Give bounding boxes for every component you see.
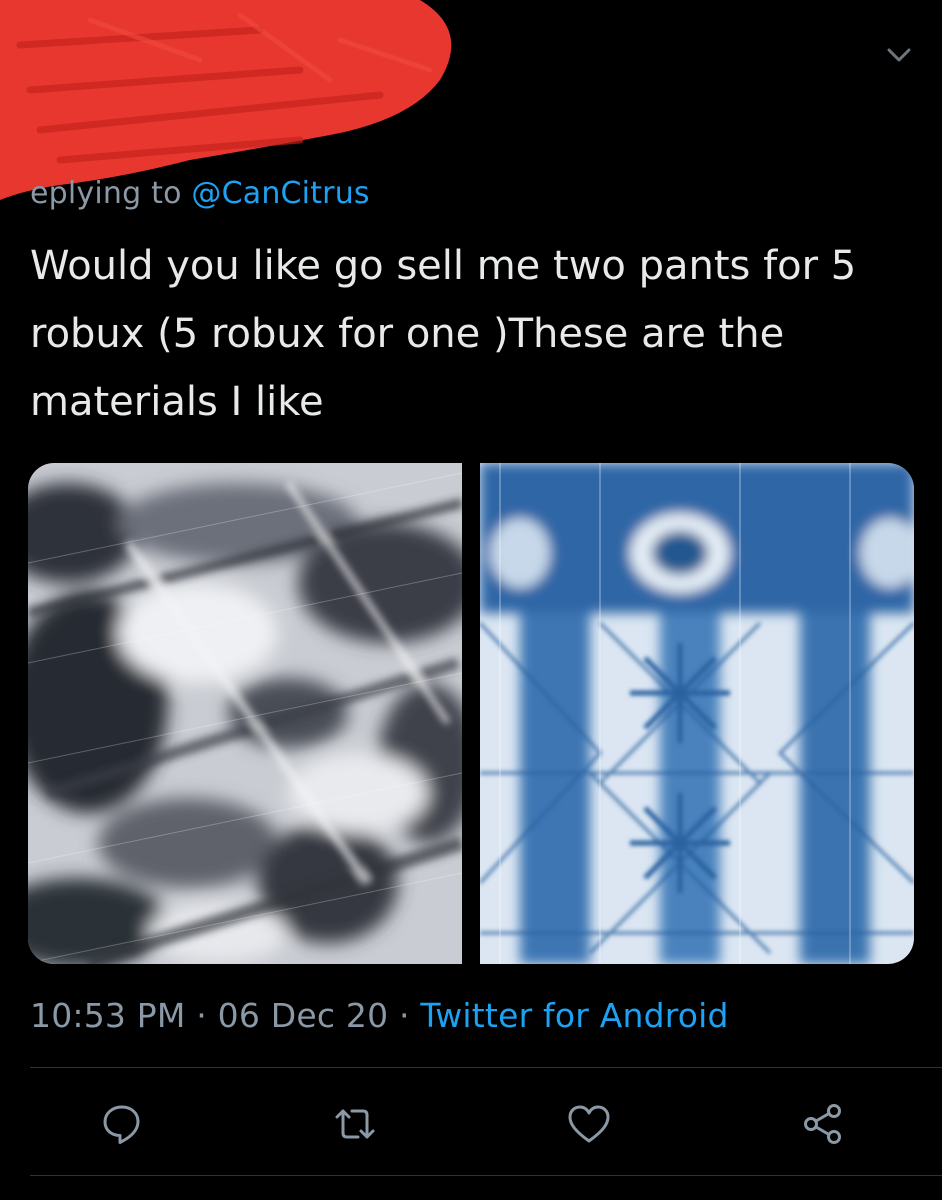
chevron-down-icon[interactable] (878, 38, 920, 72)
mention-link[interactable]: @CanCitrus (191, 176, 369, 211)
meta-separator: · (185, 996, 218, 1035)
retweet-icon[interactable] (331, 1100, 379, 1148)
like-icon[interactable] (565, 1100, 613, 1148)
tweet-meta: 10:53 PM · 06 Dec 20 · Twitter for Andro… (30, 996, 729, 1035)
divider (30, 1067, 942, 1068)
divider (30, 1175, 942, 1176)
redaction-scribble (0, 0, 452, 200)
tweet-text: Would you like go sell me two pants for … (30, 243, 857, 425)
tweet-source-link[interactable]: Twitter for Android (420, 996, 728, 1035)
replying-to-label: eplying to (30, 176, 182, 211)
tweet-date: 06 Dec 20 (217, 996, 389, 1035)
meta-separator: · (388, 996, 421, 1035)
replying-to-line: eplying to @CanCitrus (30, 176, 370, 211)
reply-icon[interactable] (98, 1100, 146, 1148)
share-icon[interactable] (799, 1100, 847, 1148)
tweet-image-1[interactable] (28, 463, 462, 964)
tweet-time: 10:53 PM (30, 996, 186, 1035)
tweet-image-2[interactable] (480, 463, 914, 964)
